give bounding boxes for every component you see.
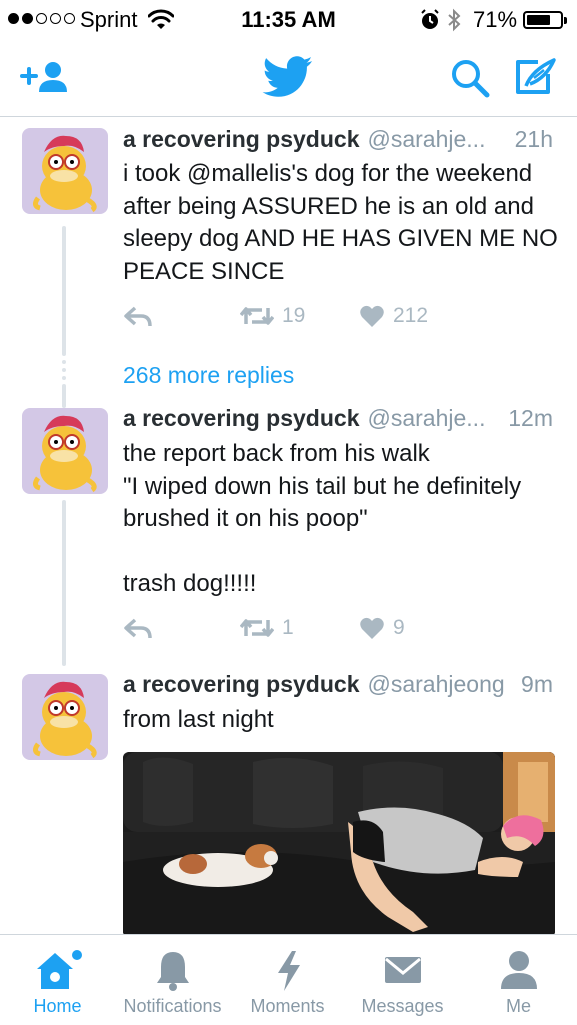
username[interactable]: @sarahje... xyxy=(368,126,486,152)
person-icon xyxy=(500,951,537,989)
tab-me[interactable]: Me xyxy=(460,935,577,1025)
thread-line xyxy=(62,226,66,356)
display-name[interactable]: a recovering psyduck xyxy=(123,405,360,431)
display-name[interactable]: a recovering psyduck xyxy=(123,671,360,697)
psyduck-avatar-image xyxy=(32,681,97,759)
alarm-icon xyxy=(421,9,439,29)
bluetooth-icon xyxy=(448,8,461,32)
tab-label: Home xyxy=(33,996,82,1016)
envelope-icon xyxy=(384,957,421,983)
tweet-text: i took @mallelis's dog for the weekend a… xyxy=(123,160,558,285)
like-button[interactable]: 9 xyxy=(359,616,405,640)
display-name[interactable]: a recovering psyduck xyxy=(123,126,360,152)
retweet-icon xyxy=(240,619,274,637)
reply-button[interactable] xyxy=(123,616,153,640)
tab-label: Messages xyxy=(361,996,444,1016)
avatar[interactable] xyxy=(22,674,108,760)
like-count: 9 xyxy=(393,616,405,639)
tweet-text: the report back from his walk "I wiped d… xyxy=(123,440,522,597)
retweet-button[interactable]: 1 xyxy=(240,616,294,640)
top-nav-bar xyxy=(0,40,577,117)
search-icon[interactable] xyxy=(450,58,490,98)
retweet-button[interactable]: 19 xyxy=(240,304,305,328)
timestamp: 9m xyxy=(521,671,553,697)
avatar[interactable] xyxy=(22,408,108,494)
psyduck-avatar-image xyxy=(32,415,97,493)
tweet-header: a recovering psyduck @sarahje... 21h xyxy=(123,126,553,156)
lightning-icon xyxy=(277,951,300,991)
like-count: 212 xyxy=(393,304,429,327)
add-user-icon[interactable] xyxy=(20,60,70,94)
tweet-text: from last night xyxy=(123,706,274,733)
reply-button[interactable] xyxy=(123,304,153,328)
compose-icon[interactable] xyxy=(512,56,558,98)
retweet-icon xyxy=(240,307,274,325)
more-replies-link[interactable]: 268 more replies xyxy=(123,362,294,389)
battery-percent: 71% xyxy=(473,7,518,32)
username[interactable]: @sarahje... xyxy=(368,405,486,431)
timestamp: 21h xyxy=(514,126,553,152)
tab-home[interactable]: Home xyxy=(0,935,115,1025)
thread-gap-dots xyxy=(62,360,66,380)
bottom-tab-bar: Home Notifications Moments Messages Me xyxy=(0,934,577,1025)
twitter-bird-icon[interactable] xyxy=(262,56,314,98)
battery-icon xyxy=(523,11,567,29)
timestamp: 12m xyxy=(508,405,553,431)
status-bar: Sprint 11:35 AM 71% xyxy=(0,0,577,40)
tweet-actions: 19 212 xyxy=(123,304,523,334)
photo-couch-dog-person xyxy=(123,752,555,937)
tweet-photo[interactable] xyxy=(123,752,555,937)
tweet-actions: 1 9 xyxy=(123,616,523,646)
heart-icon xyxy=(360,617,384,639)
avatar[interactable] xyxy=(22,128,108,214)
tab-label: Moments xyxy=(250,996,325,1016)
tab-label: Notifications xyxy=(123,996,222,1016)
tweet-header: a recovering psyduck @sarahjeong 9m xyxy=(123,671,553,701)
bell-icon xyxy=(156,952,189,991)
tab-notifications[interactable]: Notifications xyxy=(115,935,230,1025)
username[interactable]: @sarahjeong xyxy=(368,671,505,697)
tab-messages[interactable]: Messages xyxy=(345,935,460,1025)
psyduck-avatar-image xyxy=(32,135,97,213)
thread-line xyxy=(62,384,66,408)
reply-icon xyxy=(124,618,152,639)
retweet-count: 19 xyxy=(282,304,306,327)
reply-icon xyxy=(124,306,152,327)
heart-icon xyxy=(360,305,384,327)
thread-line xyxy=(62,500,66,666)
home-icon xyxy=(36,950,82,989)
tweet-header: a recovering psyduck @sarahje... 12m xyxy=(123,405,553,435)
like-button[interactable]: 212 xyxy=(359,304,428,328)
tab-moments[interactable]: Moments xyxy=(230,935,345,1025)
retweet-count: 1 xyxy=(282,616,294,639)
tab-label: Me xyxy=(505,996,531,1016)
